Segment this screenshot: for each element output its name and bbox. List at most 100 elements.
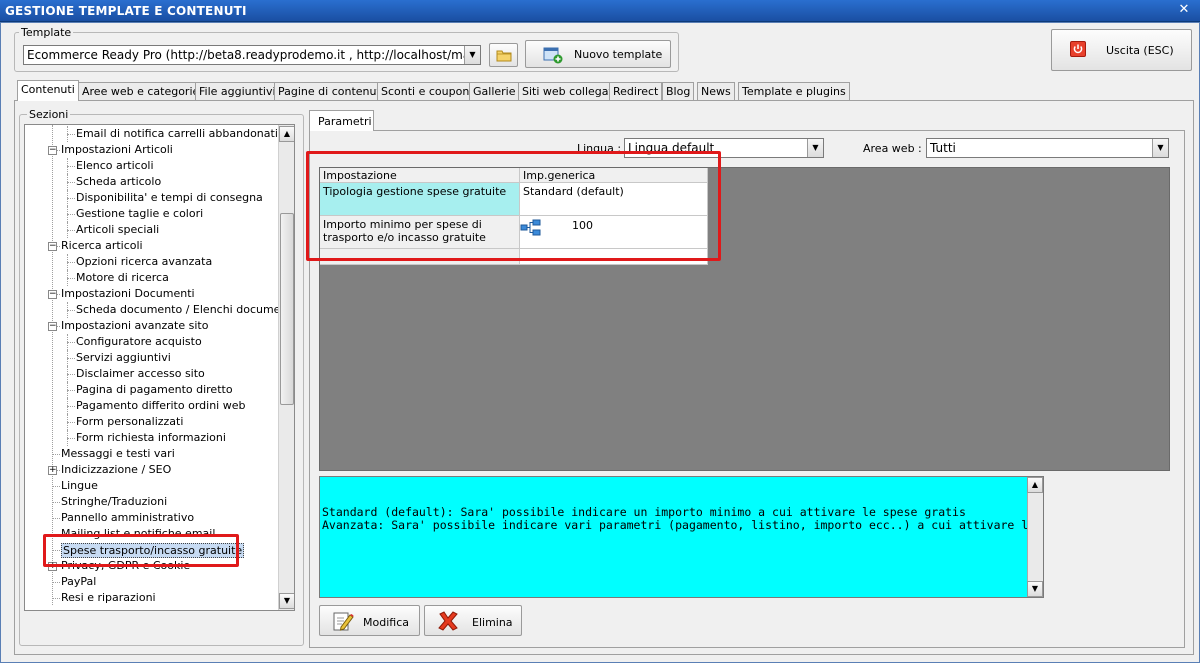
tree-item[interactable]: Stringhe/Traduzioni xyxy=(25,494,277,510)
collapse-icon[interactable]: − xyxy=(48,242,57,251)
expand-icon[interactable]: + xyxy=(48,562,57,571)
tree-item-label: Gestione taglie e colori xyxy=(76,207,204,220)
grid-header-value[interactable]: Imp.generica xyxy=(520,168,708,183)
delete-label: Elimina xyxy=(472,616,513,629)
tab-file-aggiuntivi[interactable]: File aggiuntivi xyxy=(195,82,280,101)
tab-parametri[interactable]: Parametri xyxy=(309,110,374,131)
chevron-down-icon[interactable]: ▼ xyxy=(807,139,823,157)
tree-item[interactable]: Scheda documento / Elenchi documenti xyxy=(25,302,294,318)
tree-item[interactable]: Scheda articolo xyxy=(25,174,277,190)
tab-news[interactable]: News xyxy=(697,82,735,101)
tree-item[interactable]: − Impostazioni avanzate sito xyxy=(25,318,277,334)
template-select[interactable]: Ecommerce Ready Pro (http://beta8.readyp… xyxy=(23,45,481,65)
grid-row-1-value[interactable]: Standard (default) xyxy=(520,183,708,216)
tree-item[interactable]: Motore di ricerca xyxy=(25,270,277,286)
settings-grid[interactable]: Impostazione Imp.generica Tipologia gest… xyxy=(320,168,708,265)
modify-button[interactable]: Modifica xyxy=(319,605,420,636)
tree-item[interactable]: Resi e riparazioni xyxy=(25,590,277,606)
tree-item[interactable]: − Ricerca articoli xyxy=(25,238,277,254)
scroll-up-icon[interactable]: ▲ xyxy=(279,126,294,142)
tree-item[interactable]: − Impostazioni Documenti xyxy=(25,286,277,302)
tree-item[interactable]: + Privacy, GDPR e Cookie xyxy=(25,558,277,574)
tree-item[interactable]: Configuratore acquisto xyxy=(25,334,277,350)
chevron-down-icon[interactable]: ▼ xyxy=(464,46,480,64)
tree-guide-line xyxy=(67,158,68,174)
tree-item[interactable]: Servizi aggiuntivi xyxy=(25,350,277,366)
tab-sconti-coupon[interactable]: Sconti e coupon xyxy=(377,82,474,101)
collapse-icon[interactable]: − xyxy=(48,146,57,155)
tree-item-label: Configuratore acquisto xyxy=(76,335,202,348)
new-template-button[interactable]: Nuovo template xyxy=(525,40,671,68)
open-folder-button[interactable] xyxy=(489,43,518,67)
scroll-down-icon[interactable]: ▼ xyxy=(1027,581,1043,597)
chevron-down-icon[interactable]: ▼ xyxy=(1152,139,1168,157)
tree-item-label: Mailing list e notifiche email xyxy=(61,527,216,540)
delete-x-icon xyxy=(438,611,458,631)
tree-item[interactable]: Articoli speciali xyxy=(25,222,277,238)
template-select-value: Ecommerce Ready Pro (http://beta8.readyp… xyxy=(27,48,478,62)
tree-item[interactable]: Messaggi e testi vari xyxy=(25,446,277,462)
hierarchy-icon xyxy=(520,219,541,236)
tree-item-label: Impostazioni Documenti xyxy=(61,287,195,300)
area-web-select[interactable]: Tutti ▼ xyxy=(926,138,1169,158)
tree-item[interactable]: + Indicizzazione / SEO xyxy=(25,462,277,478)
grid-row-1-setting[interactable]: Tipologia gestione spese gratuite xyxy=(320,183,520,216)
tree-item-label: Lingue xyxy=(61,479,98,492)
tree-item[interactable]: Elenco articoli xyxy=(25,158,277,174)
scroll-down-icon[interactable]: ▼ xyxy=(279,593,294,609)
tree-item[interactable]: Gestione taglie e colori xyxy=(25,206,277,222)
tab-blog[interactable]: Blog xyxy=(662,82,695,101)
tree-item[interactable]: Mailing list e notifiche email xyxy=(25,526,277,542)
delete-button[interactable]: Elimina xyxy=(424,605,522,636)
tree-item[interactable]: − Impostazioni Articoli xyxy=(25,142,277,158)
grid-row-empty-value[interactable] xyxy=(520,249,708,265)
tree-item[interactable]: Form richiesta informazioni xyxy=(25,430,277,446)
tree-item[interactable]: Disclaimer accesso sito xyxy=(25,366,277,382)
tree-connector xyxy=(67,342,75,343)
lingua-select[interactable]: Lingua default ▼ xyxy=(624,138,824,158)
tree-item[interactable]: Pannello amministrativo xyxy=(25,510,277,526)
grid-row-2-value-cell[interactable]: 100 xyxy=(520,216,708,249)
tree-item[interactable]: Email di notifica carrelli abbandonati xyxy=(25,126,278,142)
grid-row-2-setting[interactable]: Importo minimo per spese di trasporto e/… xyxy=(320,216,520,249)
grid-row-empty[interactable] xyxy=(320,249,520,265)
tab-template-plugins[interactable]: Template e plugins xyxy=(738,82,850,101)
tab-contenuti[interactable]: Contenuti xyxy=(17,80,79,101)
tree-item[interactable]: PayPal xyxy=(25,574,277,590)
tree-item-label: Opzioni ricerca avanzata xyxy=(76,255,213,268)
collapse-icon[interactable]: − xyxy=(48,290,57,299)
tree-item[interactable]: Opzioni ricerca avanzata xyxy=(25,254,277,270)
tree-item[interactable]: Pagamento differito ordini web xyxy=(25,398,277,414)
lingua-value: Lingua default xyxy=(628,141,715,155)
tab-redirect[interactable]: Redirect xyxy=(609,82,663,101)
tree-connector xyxy=(67,358,75,359)
expand-icon[interactable]: + xyxy=(48,466,57,475)
tab-aree-web[interactable]: Aree web e categorie xyxy=(78,82,204,101)
scroll-up-icon[interactable]: ▲ xyxy=(1027,477,1043,493)
tree-guide-line xyxy=(67,222,68,238)
tree-guide-line xyxy=(67,334,68,350)
close-icon[interactable]: ✕ xyxy=(1176,2,1192,18)
description-scrollbar[interactable]: ▲ ▼ xyxy=(1027,477,1043,597)
tree-connector xyxy=(67,406,75,407)
tree-item[interactable]: Disponibilita' e tempi di consegna xyxy=(25,190,277,206)
tree-item[interactable]: Lingue xyxy=(25,478,277,494)
tab-siti-collegati[interactable]: Siti web collegati xyxy=(518,82,620,101)
description-box[interactable]: Standard (default): Sara' possibile indi… xyxy=(319,476,1044,598)
tree-item[interactable]: Form personalizzati xyxy=(25,414,277,430)
tree-item[interactable]: Pagina di pagamento diretto xyxy=(25,382,277,398)
collapse-icon[interactable]: − xyxy=(48,322,57,331)
settings-grid-area: Impostazione Imp.generica Tipologia gest… xyxy=(319,167,1170,471)
tree-item[interactable]: Spese trasporto/incasso gratuite xyxy=(25,542,277,558)
tree-connector xyxy=(67,390,75,391)
exit-button[interactable]: Uscita (ESC) xyxy=(1051,29,1192,71)
tree-item-label: Articoli speciali xyxy=(76,223,160,236)
tree-scrollbar[interactable]: ▲ ▼ xyxy=(278,125,294,610)
scroll-thumb[interactable] xyxy=(280,213,294,405)
tree-guide-line xyxy=(67,270,68,286)
tab-pagine-contenuti[interactable]: Pagine di contenuti xyxy=(274,82,388,101)
grid-header-setting[interactable]: Impostazione xyxy=(320,168,520,183)
tree-item-label: Motore di ricerca xyxy=(76,271,169,284)
sections-tree[interactable]: Email di notifica carrelli abbandonati − I… xyxy=(24,124,295,611)
tab-gallerie[interactable]: Gallerie xyxy=(469,82,520,101)
